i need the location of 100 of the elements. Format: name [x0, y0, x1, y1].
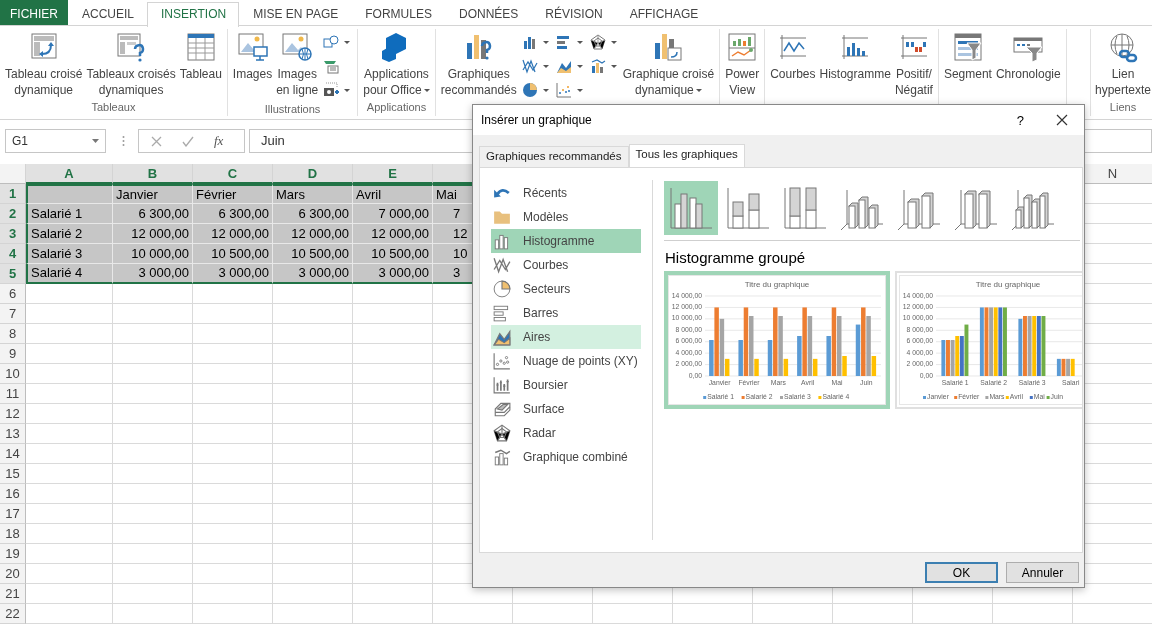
table-cell[interactable]: 12 000,00: [353, 224, 433, 244]
row-header[interactable]: 13: [0, 424, 26, 444]
ribbon-button[interactable]: Images en ligne: [274, 29, 321, 98]
table-cell[interactable]: 10 000,00: [113, 244, 193, 264]
row-header[interactable]: 5: [0, 264, 26, 284]
ribbon-button[interactable]: Images: [230, 29, 275, 82]
column-header[interactable]: D: [273, 164, 353, 184]
chart-type-item[interactable]: Barres: [491, 301, 641, 325]
row-header[interactable]: 8: [0, 324, 26, 344]
file-tab[interactable]: FICHIER: [0, 0, 68, 25]
camera-icon: [323, 82, 340, 98]
table-cell[interactable]: Salarié 2: [26, 224, 113, 244]
chart-type-item[interactable]: Aires: [491, 325, 641, 349]
row-header[interactable]: 22: [0, 604, 26, 624]
ribbon-tab[interactable]: DONNÉES: [444, 2, 532, 25]
ribbon-button[interactable]: Positif/ Négatif: [892, 29, 935, 98]
ribbon-button[interactable]: Tableau: [177, 29, 224, 82]
table-cell[interactable]: [26, 184, 113, 204]
row-header[interactable]: 2: [0, 204, 26, 224]
row-header[interactable]: 16: [0, 484, 26, 504]
dialog-tab[interactable]: Tous les graphiques: [628, 144, 745, 168]
column-header[interactable]: E: [353, 164, 433, 184]
ribbon-tab[interactable]: AFFICHAGE: [615, 2, 712, 25]
select-all-button[interactable]: [0, 164, 26, 184]
ribbon-button[interactable]: Lien hypertexte: [1093, 29, 1152, 98]
row-header[interactable]: 12: [0, 404, 26, 424]
chart-type-item[interactable]: Secteurs: [491, 277, 641, 301]
row-header[interactable]: 21: [0, 584, 26, 604]
row-header[interactable]: 20: [0, 564, 26, 584]
chart-type-item[interactable]: Nuage de points (XY): [491, 349, 641, 373]
table-cell[interactable]: Salarié 1: [26, 204, 113, 224]
caret-icon: [344, 40, 351, 44]
surface-chart-icon: [493, 400, 511, 418]
table-cell[interactable]: Février: [193, 184, 273, 204]
chart-type-item[interactable]: Courbes: [491, 253, 641, 277]
name-box[interactable]: G1: [5, 129, 106, 153]
table-cell[interactable]: 6 300,00: [193, 204, 273, 224]
row-header[interactable]: 18: [0, 524, 26, 544]
row-header[interactable]: 14: [0, 444, 26, 464]
table-cell[interactable]: 6 300,00: [113, 204, 193, 224]
row-header[interactable]: 10: [0, 364, 26, 384]
table-cell[interactable]: 7 000,00: [353, 204, 433, 224]
chart-type-item[interactable]: Récents: [491, 181, 641, 205]
table-cell[interactable]: Salarié 4: [26, 264, 113, 284]
chart-subtype-button[interactable]: [664, 181, 718, 235]
table-cell[interactable]: 12 000,00: [193, 224, 273, 244]
chart-type-item[interactable]: Radar: [491, 421, 641, 445]
table-cell[interactable]: 10 500,00: [353, 244, 433, 264]
row-header[interactable]: 17: [0, 504, 26, 524]
ribbon-tab[interactable]: INSERTION: [147, 2, 240, 27]
table-cell[interactable]: 10 500,00: [193, 244, 273, 264]
help-button[interactable]: ?: [1000, 112, 1040, 128]
ribbon-button[interactable]: Applications pour Office: [361, 29, 432, 98]
ribbon-button[interactable]: Graphique croisé dynamique: [620, 29, 717, 98]
table-cell[interactable]: 3 000,00: [193, 264, 273, 284]
table-cell[interactable]: 3 000,00: [273, 264, 353, 284]
row-header[interactable]: 15: [0, 464, 26, 484]
row-header[interactable]: 19: [0, 544, 26, 564]
table-cell[interactable]: 10 500,00: [273, 244, 353, 264]
table-cell[interactable]: Salarié 3: [26, 244, 113, 264]
ribbon-tab[interactable]: FORMULES: [351, 2, 445, 25]
row-header[interactable]: 6: [0, 284, 26, 304]
ribbon-tab[interactable]: RÉVISION: [531, 2, 616, 25]
column-header[interactable]: B: [113, 164, 193, 184]
ribbon-button[interactable]: Tableau croisé dynamique: [3, 29, 85, 98]
column-header[interactable]: A: [26, 164, 113, 184]
table-cell[interactable]: 12 000,00: [113, 224, 193, 244]
row-header[interactable]: 3: [0, 224, 26, 244]
table-cell[interactable]: 3 000,00: [113, 264, 193, 284]
row-header[interactable]: 9: [0, 344, 26, 364]
table-cell[interactable]: 12 000,00: [273, 224, 353, 244]
column-header[interactable]: C: [193, 164, 273, 184]
row-header[interactable]: 4: [0, 244, 26, 264]
chart-type-item[interactable]: Graphique combiné: [491, 445, 641, 469]
chart-type-item[interactable]: Boursier: [491, 373, 641, 397]
row-header[interactable]: 7: [0, 304, 26, 324]
dialog-tab[interactable]: Graphiques recommandés: [479, 146, 629, 167]
row-header[interactable]: 1: [0, 184, 26, 204]
ribbon-button[interactable]: Power View: [723, 29, 762, 98]
dialog-button[interactable]: Annuler: [1006, 562, 1079, 583]
ribbon-button[interactable]: Tableaux croisés dynamiques: [84, 29, 178, 98]
ribbon-button[interactable]: Chronologie: [993, 29, 1063, 82]
ribbon-tab[interactable]: MISE EN PAGE: [239, 2, 352, 25]
function-button[interactable]: fx: [214, 133, 224, 149]
table-cell[interactable]: Janvier: [113, 184, 193, 204]
ribbon-button[interactable]: Graphiques recommandés: [438, 29, 519, 98]
chart-type-item[interactable]: Modèles: [491, 205, 641, 229]
table-cell[interactable]: 6 300,00: [273, 204, 353, 224]
table-cell[interactable]: 3 000,00: [353, 264, 433, 284]
ribbon-tab[interactable]: ACCUEIL: [68, 2, 147, 25]
dialog-button[interactable]: OK: [925, 562, 998, 583]
legend-swatch: [923, 396, 926, 399]
ribbon-button[interactable]: Segment: [941, 29, 994, 82]
row-header[interactable]: 11: [0, 384, 26, 404]
chart-type-item[interactable]: Histogramme: [491, 229, 641, 253]
table-cell[interactable]: Avril: [353, 184, 433, 204]
ribbon-button[interactable]: Courbes: [768, 29, 818, 82]
ribbon-button[interactable]: Histogramme: [817, 29, 893, 82]
chart-type-item[interactable]: Surface: [491, 397, 641, 421]
table-cell[interactable]: Mars: [273, 184, 353, 204]
